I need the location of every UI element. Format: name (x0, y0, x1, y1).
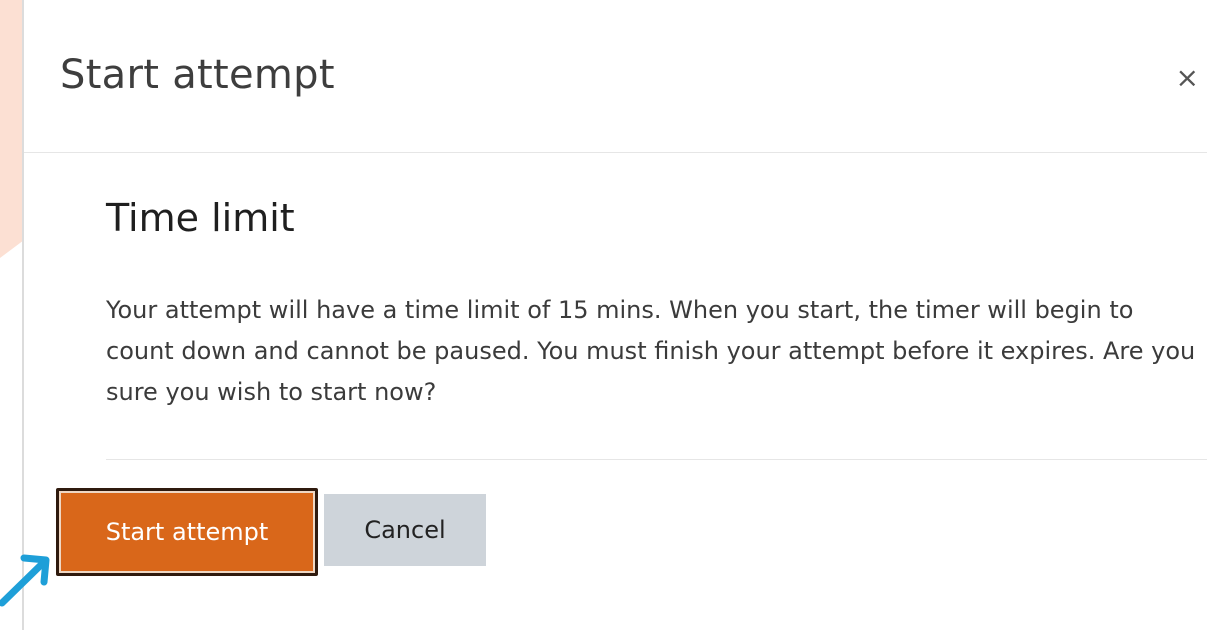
start-attempt-dialog: Start attempt × Time limit Your attempt … (22, 0, 1207, 630)
cancel-button[interactable]: Cancel (324, 494, 486, 566)
dialog-header: Start attempt × (24, 0, 1207, 153)
start-attempt-button[interactable]: Start attempt (59, 491, 315, 573)
start-attempt-button-highlight: Start attempt (56, 488, 318, 576)
dialog-title: Start attempt (60, 52, 335, 98)
footer-divider (106, 459, 1207, 460)
arrow-pointer-icon (0, 554, 50, 607)
close-icon[interactable]: × (1176, 64, 1199, 92)
section-heading: Time limit (106, 196, 295, 240)
dialog-message: Your attempt will have a time limit of 1… (106, 296, 1196, 406)
